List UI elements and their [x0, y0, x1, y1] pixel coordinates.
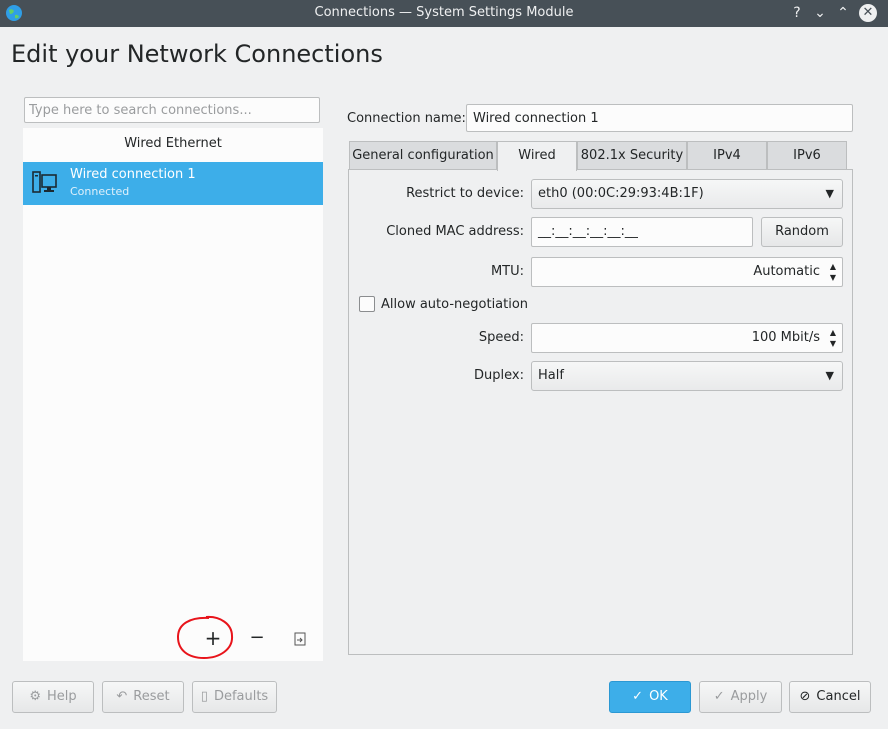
computer-icon: [32, 171, 57, 193]
auto-negotiation-label[interactable]: Allow auto-negotiation: [381, 297, 528, 312]
reset-label: Reset: [133, 689, 170, 704]
mtu-label: MTU:: [490, 264, 524, 279]
cancel-label: Cancel: [816, 689, 861, 704]
maximize-icon[interactable]: ⌃: [834, 4, 852, 22]
help-icon: ⚙: [29, 689, 41, 704]
chevron-down-icon: ▼: [825, 187, 834, 200]
mtu-spinbox[interactable]: Automatic ▲ ▼: [531, 257, 843, 287]
tab-general-configuration[interactable]: General configuration: [349, 141, 497, 169]
restrict-device-value: eth0 (00:0C:29:93:4B:1F): [538, 186, 704, 201]
window-title: Connections — System Settings Module: [314, 5, 574, 20]
reset-button[interactable]: ↶ Reset: [102, 681, 184, 713]
connection-name-field[interactable]: [466, 104, 853, 132]
defaults-button[interactable]: ▯ Defaults: [192, 681, 277, 713]
help-button[interactable]: ⚙ Help: [12, 681, 94, 713]
search-field[interactable]: [24, 97, 320, 123]
group-header: Wired Ethernet: [124, 136, 222, 151]
window-titlebar[interactable]: Connections — System Settings Module ? ⌄…: [0, 0, 888, 27]
document-icon: ▯: [200, 689, 208, 704]
speed-spinbox[interactable]: 100 Mbit/s ▲ ▼: [531, 323, 843, 353]
tab-ipv6[interactable]: IPv6: [767, 141, 847, 169]
duplex-label: Duplex:: [474, 368, 524, 383]
spin-arrows-icon[interactable]: ▲ ▼: [828, 261, 838, 283]
help-label: Help: [47, 689, 77, 704]
wired-tab-panel: Restrict to device: eth0 (00:0C:29:93:4B…: [348, 169, 853, 655]
apply-label: Apply: [730, 689, 768, 704]
cancel-icon: ⊘: [799, 689, 811, 704]
restrict-device-select[interactable]: eth0 (00:0C:29:93:4B:1F) ▼: [531, 179, 843, 209]
add-connection-button[interactable]: +: [200, 625, 226, 651]
minimize-icon[interactable]: ⌄: [811, 4, 829, 22]
export-connection-button[interactable]: [287, 626, 313, 652]
restrict-device-label: Restrict to device:: [406, 186, 524, 201]
connection-name: Wired connection 1: [70, 167, 196, 182]
speed-label: Speed:: [478, 330, 524, 345]
connection-item-wired-1[interactable]: Wired connection 1 Connected: [23, 162, 323, 205]
speed-value: 100 Mbit/s: [751, 330, 820, 345]
tab-wired[interactable]: Wired: [497, 141, 577, 171]
ok-button[interactable]: ✓ OK: [609, 681, 691, 713]
connection-name-input[interactable]: [467, 105, 852, 131]
defaults-label: Defaults: [213, 689, 269, 704]
tab-ipv4[interactable]: IPv4: [687, 141, 767, 169]
check-icon: ✓: [632, 689, 644, 704]
cloned-mac-input[interactable]: __:__:__:__:__:__: [531, 217, 753, 247]
duplex-select[interactable]: Half ▼: [531, 361, 843, 391]
close-icon[interactable]: ✕: [859, 4, 877, 22]
help-icon[interactable]: ?: [788, 4, 806, 22]
spin-arrows-icon[interactable]: ▲ ▼: [828, 327, 838, 349]
auto-negotiation-checkbox[interactable]: [359, 296, 375, 312]
cancel-button[interactable]: ⊘ Cancel: [789, 681, 871, 713]
remove-connection-button[interactable]: −: [244, 625, 270, 651]
mtu-value: Automatic: [753, 264, 820, 279]
chevron-down-icon: ▼: [825, 369, 834, 382]
undo-icon: ↶: [116, 689, 128, 704]
connection-name-label: Connection name:: [347, 111, 466, 126]
connection-status: Connected: [70, 185, 130, 198]
search-input[interactable]: [25, 98, 319, 122]
duplex-value: Half: [538, 368, 564, 383]
tab-8021x-security[interactable]: 802.1x Security: [577, 141, 687, 169]
cloned-mac-label: Cloned MAC address:: [386, 224, 524, 239]
random-mac-button[interactable]: Random: [761, 217, 843, 247]
connection-list: Wired Ethernet Wired connection 1 Connec…: [23, 128, 323, 661]
ok-label: OK: [649, 689, 668, 704]
check-icon: ✓: [713, 689, 725, 704]
page-title: Edit your Network Connections: [11, 40, 383, 68]
apply-button[interactable]: ✓ Apply: [699, 681, 782, 713]
export-icon: [294, 632, 306, 646]
